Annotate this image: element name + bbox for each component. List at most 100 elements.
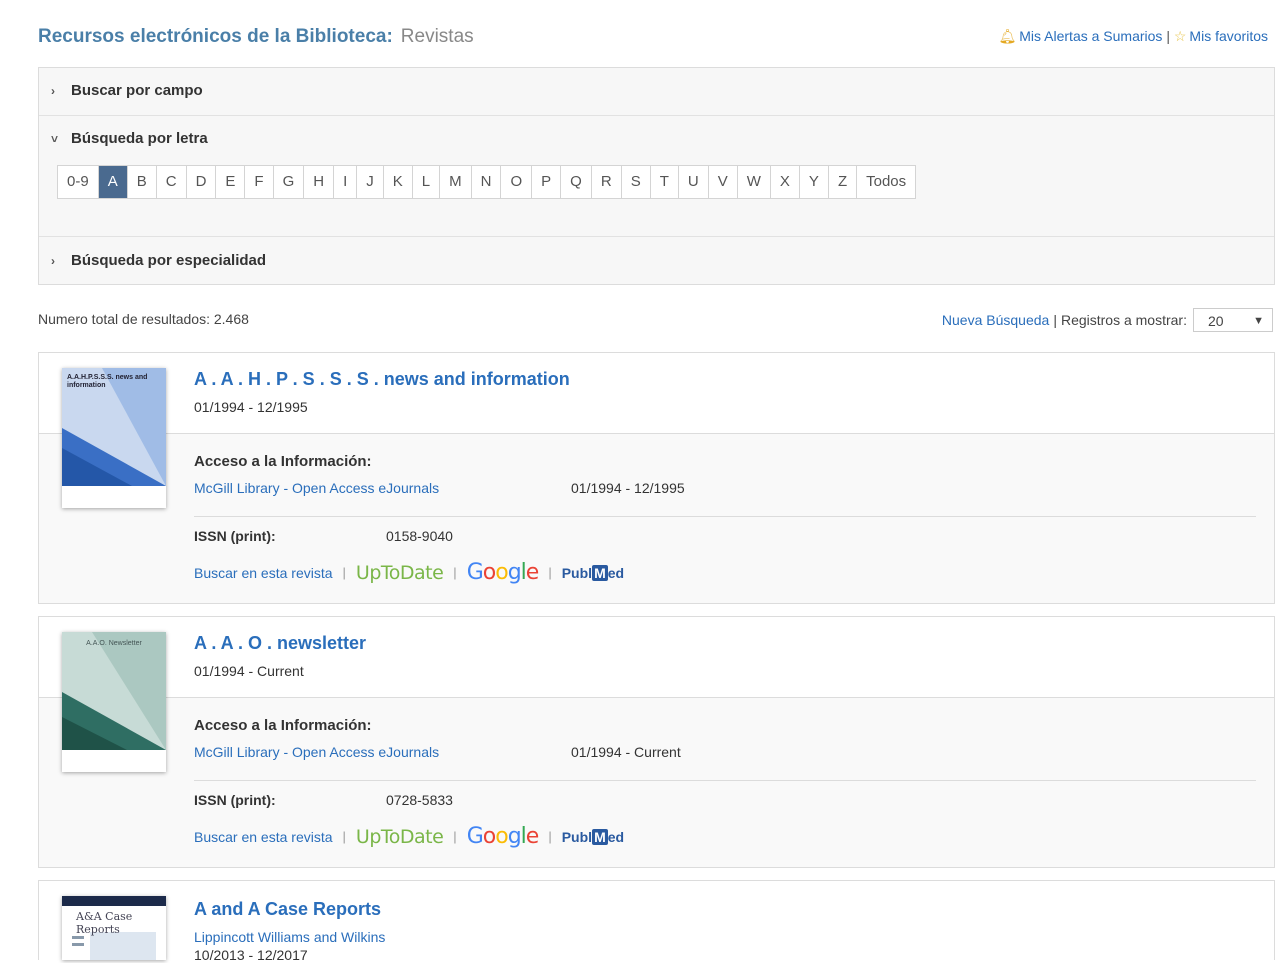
access-provider-link[interactable]: McGill Library - Open Access eJournals xyxy=(194,744,439,760)
letter-filter-i[interactable]: I xyxy=(334,166,358,198)
letter-filter-d[interactable]: D xyxy=(186,166,217,198)
journal-cover[interactable]: A.A.H.P.S.S.S. news and information xyxy=(62,368,166,508)
google-link[interactable]: Google xyxy=(466,824,540,849)
letter-filter-h[interactable]: H xyxy=(304,166,335,198)
journal-card: A.A.H.P.S.S.S. news and information A . … xyxy=(38,352,1275,604)
letter-filter-w[interactable]: W xyxy=(737,166,771,198)
letter-filter-o[interactable]: O xyxy=(501,166,533,198)
search-panel: › Buscar por campo ˅ Búsqueda por letra 0-… xyxy=(38,67,1275,285)
results-total: Numero total de resultados: 2.468 xyxy=(38,311,249,327)
page-subtitle: Revistas xyxy=(400,26,474,47)
results-controls: Nueva Búsqueda | Registros a mostrar: 20… xyxy=(942,308,1273,332)
letter-filter-n[interactable]: N xyxy=(471,166,502,198)
letter-filter-j[interactable]: J xyxy=(357,166,384,198)
search-in-journal-link[interactable]: Buscar en esta revista xyxy=(194,829,333,845)
accordion-busqueda-por-especialidad[interactable]: › Búsqueda por especialidad xyxy=(39,252,1274,269)
letter-filter-m[interactable]: M xyxy=(440,166,472,198)
google-logo-letter: e xyxy=(525,824,540,849)
results-bar: Numero total de resultados: 2.468 Nueva … xyxy=(38,308,1273,334)
letter-filter-k[interactable]: K xyxy=(383,166,413,198)
issn-value: 0728-5833 xyxy=(386,792,453,808)
letter-filter-r[interactable]: R xyxy=(591,166,622,198)
records-per-page-select[interactable]: 20 ▼ xyxy=(1193,308,1273,332)
journal-publisher-link[interactable]: Lippincott Williams and Wilkins xyxy=(194,929,385,945)
journal-cover[interactable]: A&A Case Reports xyxy=(62,896,166,960)
google-logo-letter: g xyxy=(507,560,522,585)
page-title-main: Recursos electrónicos de la Biblioteca: xyxy=(38,26,393,47)
google-logo-letter: G xyxy=(466,560,484,585)
bell-icon: 🔔︎ xyxy=(998,28,1017,44)
letter-filter-g[interactable]: G xyxy=(273,166,305,198)
pubmed-link[interactable]: Publ Med xyxy=(561,564,624,581)
letter-filter-s[interactable]: S xyxy=(621,166,651,198)
uptodate-link[interactable]: UpToDate xyxy=(356,826,444,848)
search-in-journal-link[interactable]: Buscar en esta revista xyxy=(194,565,333,581)
accordion-busqueda-por-letra[interactable]: ˅ Búsqueda por letra xyxy=(39,130,1274,147)
journal-cover-image xyxy=(62,632,166,750)
letter-filter-t[interactable]: T xyxy=(650,166,679,198)
google-logo-letter: o xyxy=(495,824,509,849)
search-tools: Buscar en esta revista | UpToDate | Goog… xyxy=(194,560,624,585)
favorites-link[interactable]: Mis favoritos xyxy=(1189,28,1268,44)
letter-filter-todos[interactable]: Todos xyxy=(857,166,916,198)
letter-filter-u[interactable]: U xyxy=(678,166,709,198)
google-link[interactable]: Google xyxy=(466,560,540,585)
divider xyxy=(194,780,1256,781)
journal-title-link[interactable]: A . A . O . newsletter xyxy=(194,633,366,654)
access-provider-link[interactable]: McGill Library - Open Access eJournals xyxy=(194,480,439,496)
divider xyxy=(39,115,1274,116)
letter-filter-l[interactable]: L xyxy=(412,166,441,198)
google-logo-letter: e xyxy=(525,560,540,585)
uptodate-link[interactable]: UpToDate xyxy=(356,562,444,584)
accordion-buscar-por-campo[interactable]: › Buscar por campo xyxy=(39,82,1274,99)
google-logo-letter: o xyxy=(482,560,497,585)
journal-dates: 10/2013 - 12/2017 xyxy=(194,947,308,963)
separator: | xyxy=(453,565,457,580)
letter-filter-q[interactable]: Q xyxy=(561,166,592,198)
letter-filter-0-9[interactable]: 0-9 xyxy=(58,166,99,198)
letter-filter-y[interactable]: Y xyxy=(799,166,829,198)
journal-card-header xyxy=(39,353,1274,434)
separator: | xyxy=(453,829,457,844)
letter-filter-z[interactable]: Z xyxy=(828,166,858,198)
separator: | xyxy=(548,565,552,580)
accordion-label: Búsqueda por letra xyxy=(71,130,208,147)
letter-filter: 0-9 A B C D E F G H I J K L M N O P Q R S T U V W X Y Z Todos xyxy=(57,165,917,199)
alerts-link[interactable]: Mis Alertas a Sumarios xyxy=(1019,28,1162,44)
letter-filter-a[interactable]: A xyxy=(98,166,128,198)
separator: | xyxy=(548,829,552,844)
journal-dates: 01/1994 - 12/1995 xyxy=(194,399,308,415)
accordion-label: Búsqueda por especialidad xyxy=(71,252,267,269)
google-logo-letter: G xyxy=(466,824,484,849)
issn-label: ISSN (print): xyxy=(194,792,276,808)
letter-filter-e[interactable]: E xyxy=(216,166,246,198)
access-label: Acceso a la Información: xyxy=(194,453,372,470)
header-links: 🔔︎ Mis Alertas a Sumarios | ☆ Mis favorito… xyxy=(998,28,1268,45)
letter-filter-b[interactable]: B xyxy=(127,166,157,198)
cover-title: A&A Case Reports xyxy=(76,910,133,936)
new-search-link[interactable]: Nueva Búsqueda xyxy=(942,312,1049,328)
pubmed-link[interactable]: Publ Med xyxy=(562,828,624,845)
records-value: 20 xyxy=(1208,313,1224,329)
journal-dates: 01/1994 - Current xyxy=(194,663,304,679)
chevron-down-icon: ˅ xyxy=(51,132,59,146)
issn-label: ISSN (print): xyxy=(194,528,276,544)
letter-filter-x[interactable]: X xyxy=(770,166,800,198)
journal-cover[interactable]: A.A.O. Newsletter xyxy=(62,632,166,772)
star-icon: ☆ xyxy=(1173,28,1187,44)
letter-filter-c[interactable]: C xyxy=(156,166,187,198)
journal-title-link[interactable]: A and A Case Reports xyxy=(194,899,381,920)
pubmed-logo-m: M xyxy=(592,828,608,845)
divider xyxy=(194,516,1256,517)
letter-filter-p[interactable]: P xyxy=(532,166,562,198)
letter-filter-v[interactable]: V xyxy=(708,166,738,198)
separator: | xyxy=(342,829,346,844)
records-label: Registros a mostrar: xyxy=(1060,312,1187,328)
letter-filter-f[interactable]: F xyxy=(245,166,274,198)
access-dates: 01/1994 - 12/1995 xyxy=(571,480,685,496)
google-logo-letter: o xyxy=(482,824,497,849)
journal-title-link[interactable]: A . A . H . P . S . S . S . news and inf… xyxy=(194,369,570,390)
pubmed-logo-pre: Publ xyxy=(561,564,593,581)
pubmed-logo-m: M xyxy=(592,564,608,581)
header-separator: | xyxy=(1166,28,1170,44)
